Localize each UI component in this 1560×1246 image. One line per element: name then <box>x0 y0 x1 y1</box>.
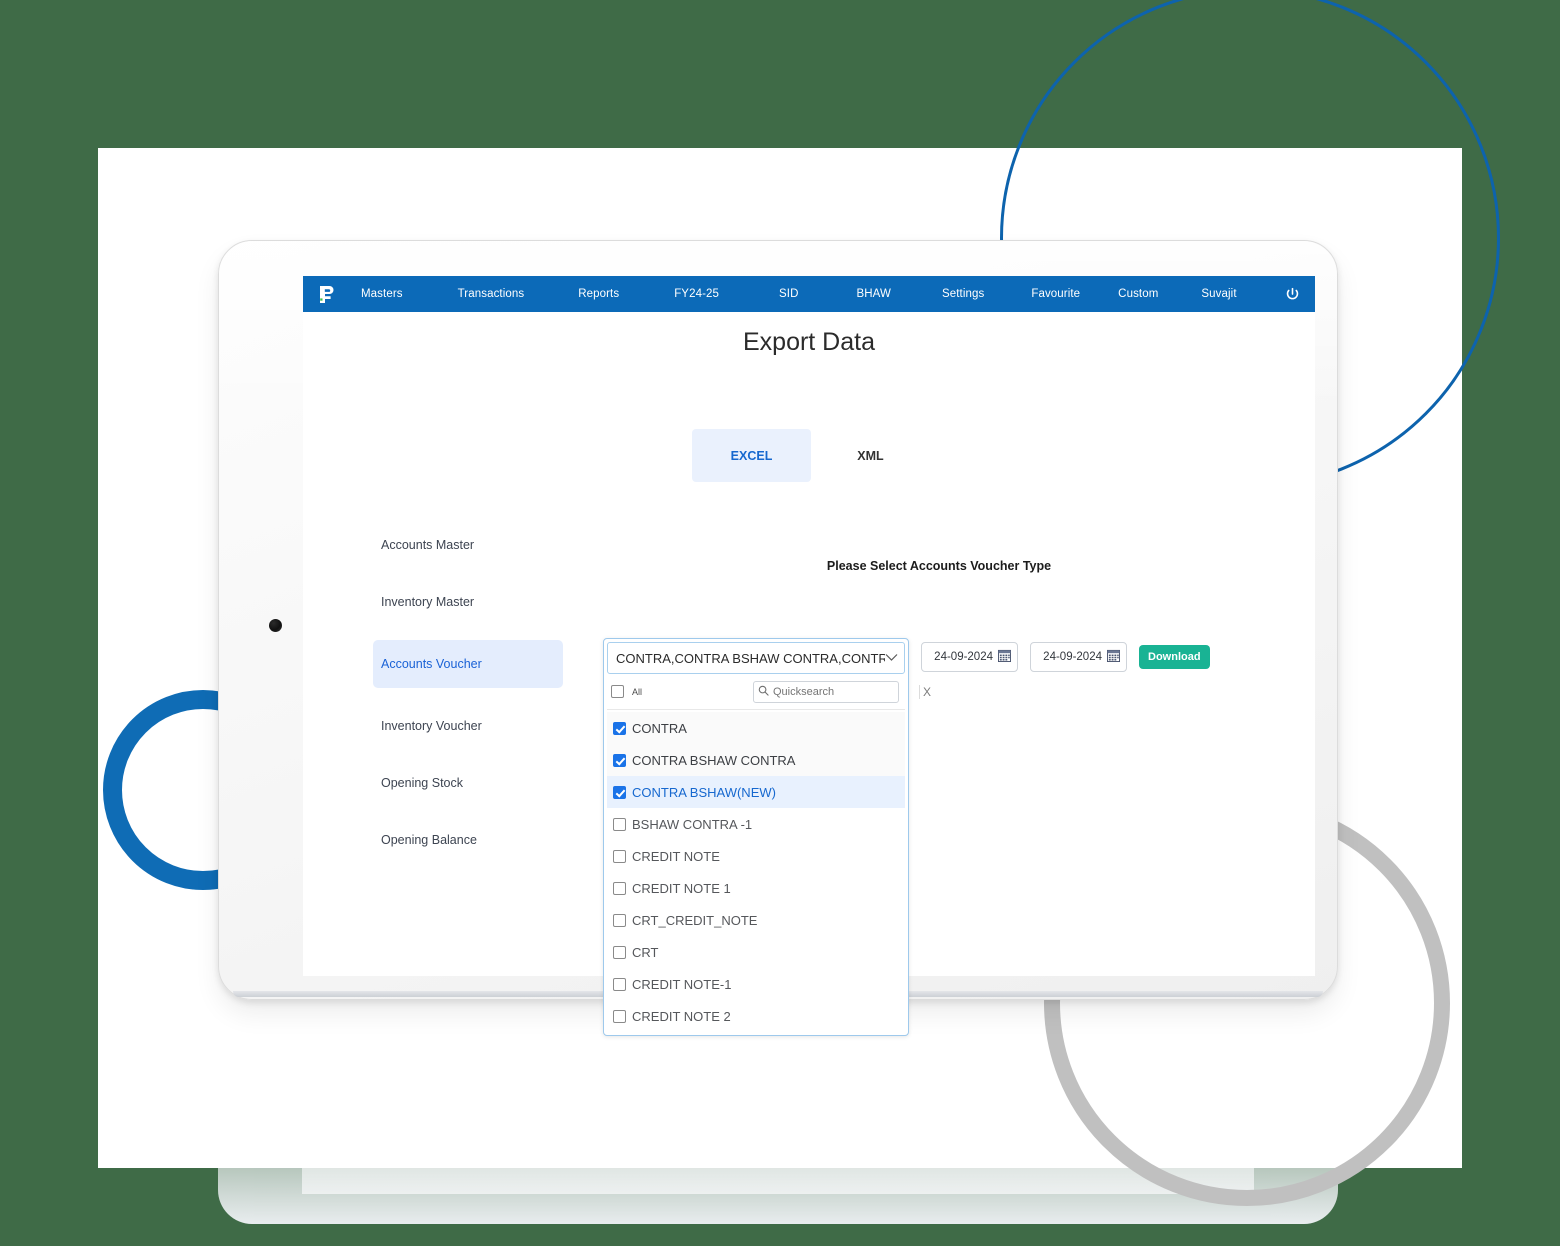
to-date-value: 24-09-2024 <box>1043 651 1102 663</box>
select-all-label: All <box>632 686 643 697</box>
nav-item-fy[interactable]: FY24-25 <box>674 288 719 300</box>
option-label: CREDIT NOTE <box>632 848 720 864</box>
page-background: Masters Transactions Reports FY24-25 SID… <box>0 0 1560 1246</box>
nav-item-reports[interactable]: Reports <box>578 288 619 300</box>
option-checkbox[interactable] <box>613 849 626 863</box>
option-label: CREDIT NOTE 2 <box>632 1008 731 1024</box>
nav-item-transactions[interactable]: Transactions <box>458 288 525 300</box>
quicksearch-wrapper[interactable]: X <box>753 680 931 703</box>
option-checkbox[interactable] <box>613 721 626 735</box>
nav-item-suvajit[interactable]: Suvajit <box>1201 288 1236 300</box>
entity-item-accounts-voucher[interactable]: Accounts Voucher <box>373 640 563 688</box>
option-checkbox[interactable] <box>613 753 626 767</box>
entity-item-inventory-master[interactable]: Inventory Master <box>373 583 563 621</box>
nav-item-sid[interactable]: SID <box>779 288 798 300</box>
option-crt-credit-note[interactable]: CRT_CREDIT_NOTE <box>607 904 905 936</box>
option-label: CRT <box>632 944 659 960</box>
nav-item-masters[interactable]: Masters <box>361 288 403 300</box>
brand-logo-icon[interactable] <box>303 285 351 304</box>
entity-item-accounts-master[interactable]: Accounts Master <box>373 526 563 564</box>
option-contra-bshaw-new[interactable]: CONTRA BSHAW(NEW) <box>607 776 905 808</box>
select-all-checkbox[interactable] <box>611 685 624 698</box>
option-credit-note-2[interactable]: CREDIT NOTE 2 <box>607 1000 905 1032</box>
nav-item-bhaw[interactable]: BHAW <box>856 288 890 300</box>
option-checkbox[interactable] <box>613 785 626 799</box>
power-icon[interactable] <box>1269 287 1315 302</box>
option-crt[interactable]: CRT <box>607 936 905 968</box>
nav-item-favourite[interactable]: Favourite <box>1031 288 1080 300</box>
option-label: CONTRA <box>632 720 687 736</box>
option-label: CONTRA BSHAW CONTRA <box>632 752 796 768</box>
entity-item-inventory-voucher[interactable]: Inventory Voucher <box>373 707 563 745</box>
option-credit-note-1[interactable]: CREDIT NOTE 1 <box>607 872 905 904</box>
option-checkbox[interactable] <box>613 881 626 895</box>
to-date-field[interactable]: 24-09-2024 <box>1030 642 1127 672</box>
format-tab-group: EXCEL XML <box>692 429 930 482</box>
section-caption: Please Select Accounts Voucher Type <box>826 559 1052 573</box>
option-bshaw-contra-1[interactable]: BSHAW CONTRA -1 <box>607 808 905 840</box>
multiselect-toolbar: All X <box>607 674 931 710</box>
multiselect-selected-value: CONTRA,CONTRA BSHAW CONTRA,CONTRA BS <box>616 650 885 666</box>
nav-item-settings[interactable]: Settings <box>942 288 984 300</box>
option-label: CREDIT NOTE-1 <box>632 976 732 992</box>
from-date-value: 24-09-2024 <box>934 651 993 663</box>
entity-item-opening-stock[interactable]: Opening Stock <box>373 764 563 802</box>
navbar-items: Masters Transactions Reports FY24-25 SID… <box>351 288 1269 300</box>
top-navbar: Masters Transactions Reports FY24-25 SID… <box>303 276 1315 312</box>
entity-list: Accounts Master Inventory Master Account… <box>373 526 563 878</box>
option-contra-bshaw-contra[interactable]: CONTRA BSHAW CONTRA <box>607 744 905 776</box>
tablet-screen: Masters Transactions Reports FY24-25 SID… <box>303 276 1315 1036</box>
option-label: CREDIT NOTE 1 <box>632 880 731 896</box>
chevron-down-icon[interactable] <box>885 649 898 667</box>
search-icon <box>758 683 769 701</box>
calendar-icon[interactable] <box>998 649 1011 665</box>
multiselect-control[interactable]: CONTRA,CONTRA BSHAW CONTRA,CONTRA BS <box>607 642 905 674</box>
tab-excel[interactable]: EXCEL <box>692 429 811 482</box>
clear-search-icon[interactable]: X <box>919 684 931 699</box>
option-checkbox[interactable] <box>613 913 626 927</box>
multiselect-option-list: CONTRA CONTRA BSHAW CONTRA CONTRA BSHAW(… <box>607 710 905 1032</box>
option-credit-note[interactable]: CREDIT NOTE <box>607 840 905 872</box>
option-credit-note-dash-1[interactable]: CREDIT NOTE-1 <box>607 968 905 1000</box>
quicksearch-input[interactable] <box>773 685 915 698</box>
from-date-field[interactable]: 24-09-2024 <box>921 642 1018 672</box>
calendar-icon[interactable] <box>1107 649 1120 665</box>
nav-item-custom[interactable]: Custom <box>1118 288 1158 300</box>
tab-xml[interactable]: XML <box>811 429 930 482</box>
tablet-camera-icon <box>269 619 282 632</box>
option-checkbox[interactable] <box>613 1009 626 1023</box>
voucher-type-multiselect[interactable]: CONTRA,CONTRA BSHAW CONTRA,CONTRA BS All <box>603 638 931 1036</box>
option-label: CONTRA BSHAW(NEW) <box>632 784 776 800</box>
option-checkbox[interactable] <box>613 977 626 991</box>
download-button[interactable]: Download <box>1139 645 1210 669</box>
option-checkbox[interactable] <box>613 945 626 959</box>
option-checkbox[interactable] <box>613 817 626 831</box>
page-title: Export Data <box>742 328 875 356</box>
option-label: BSHAW CONTRA -1 <box>632 816 753 832</box>
entity-item-opening-balance[interactable]: Opening Balance <box>373 821 563 859</box>
option-contra[interactable]: CONTRA <box>607 712 905 744</box>
tablet-device: Masters Transactions Reports FY24-25 SID… <box>218 240 1338 1036</box>
option-label: CRT_CREDIT_NOTE <box>632 912 758 928</box>
